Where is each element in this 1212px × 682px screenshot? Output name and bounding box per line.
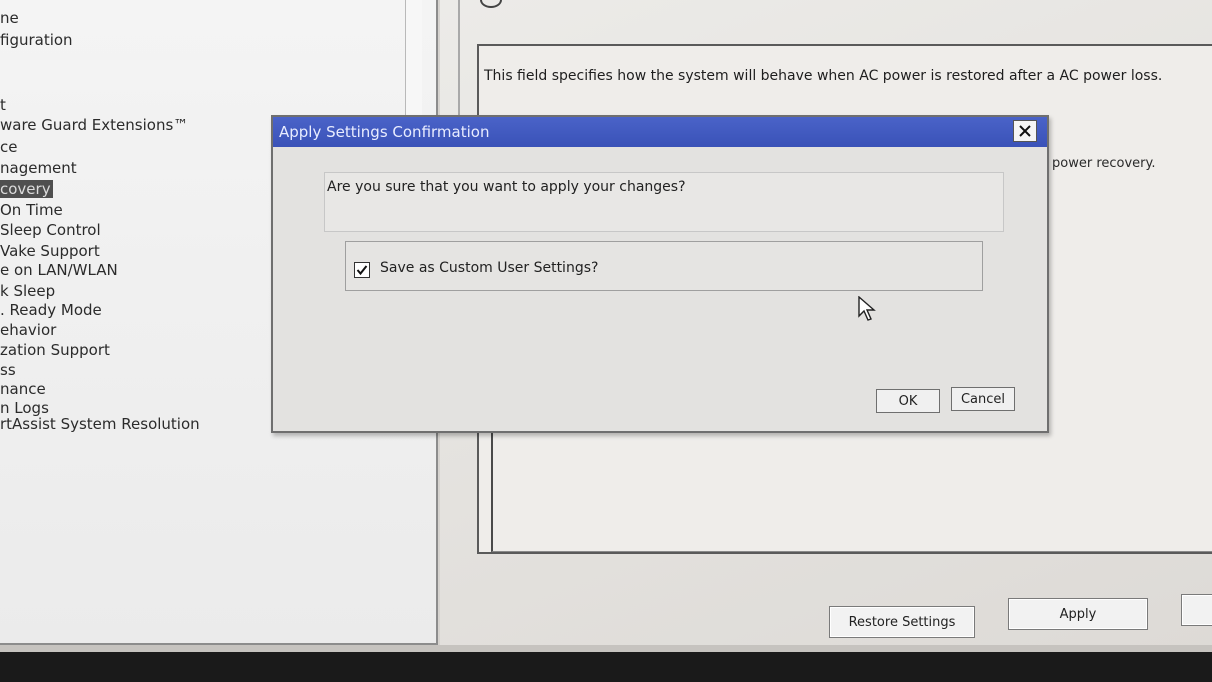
nav-item[interactable]: On Time (0, 201, 63, 219)
mouse-pointer-icon (858, 296, 876, 321)
nav-item[interactable]: rtAssist System Resolution (0, 415, 200, 433)
close-icon (1019, 125, 1031, 137)
nav-item[interactable]: k Sleep (0, 282, 55, 300)
nav-item[interactable]: zation Support (0, 341, 110, 359)
restore-settings-button[interactable]: Restore Settings (829, 606, 975, 638)
exit-button[interactable] (1181, 594, 1212, 626)
dialog-title: Apply Settings Confirmation (279, 123, 490, 141)
nav-item[interactable]: covery (0, 180, 53, 198)
dialog-title-bar: Apply Settings Confirmation (273, 117, 1047, 147)
custom-settings-panel: Save as Custom User Settings? (345, 241, 983, 291)
apply-settings-dialog: Apply Settings Confirmation Are you sure… (271, 115, 1049, 433)
question-panel: Are you sure that you want to apply your… (324, 172, 1004, 232)
options-frame (491, 420, 1212, 552)
setting-description: This field specifies how the system will… (484, 68, 1163, 84)
nav-item[interactable]: nagement (0, 159, 77, 177)
setting-option-note: power recovery. (1052, 156, 1156, 171)
nav-item[interactable]: ware Guard Extensions™ (0, 116, 188, 134)
close-button[interactable] (1013, 120, 1037, 142)
ok-button[interactable]: OK (876, 389, 940, 413)
save-custom-settings-checkbox[interactable] (354, 262, 370, 278)
confirmation-question: Are you sure that you want to apply your… (327, 179, 686, 195)
nav-item[interactable]: e on LAN/WLAN (0, 261, 118, 279)
apply-button[interactable]: Apply (1008, 598, 1148, 630)
cancel-button[interactable]: Cancel (951, 387, 1015, 411)
nav-item[interactable]: ne (0, 9, 19, 27)
nav-item[interactable]: figuration (0, 31, 73, 49)
check-icon (356, 265, 368, 276)
nav-item[interactable]: ce (0, 138, 17, 156)
nav-item[interactable]: Sleep Control (0, 221, 101, 239)
nav-item[interactable]: nance (0, 380, 46, 398)
save-custom-settings-label[interactable]: Save as Custom User Settings? (380, 260, 598, 276)
nav-item[interactable]: ehavior (0, 321, 56, 339)
nav-item[interactable]: Vake Support (0, 242, 100, 260)
nav-item[interactable]: ss (0, 361, 16, 379)
nav-scroll-region[interactable] (405, 0, 422, 118)
nav-item[interactable]: t (0, 96, 6, 114)
nav-item[interactable]: . Ready Mode (0, 301, 102, 319)
pane-divider (458, 0, 460, 115)
screen-bezel (0, 652, 1212, 682)
